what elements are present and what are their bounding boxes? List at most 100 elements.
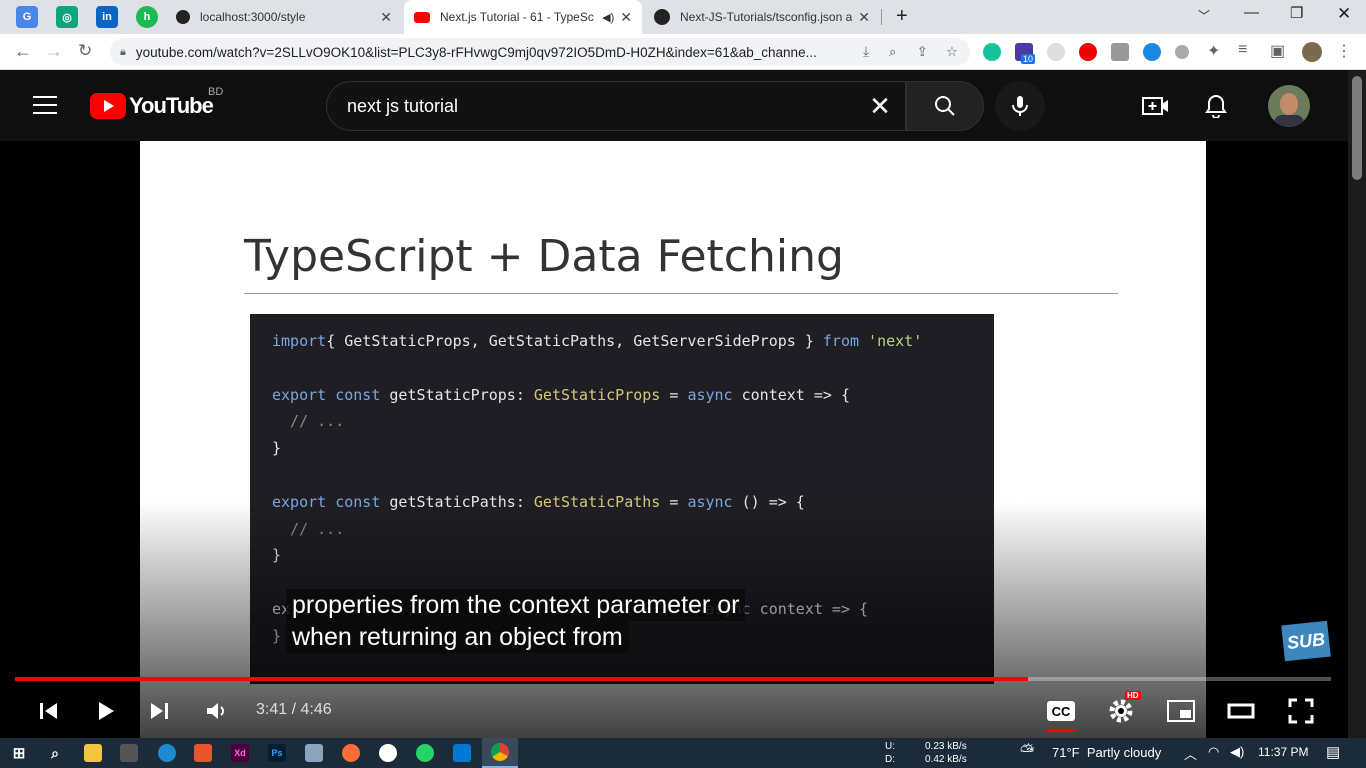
speaker-icon[interactable]: ◀) [602, 11, 614, 24]
color-picker-icon[interactable] [1175, 45, 1189, 59]
side-panel-icon[interactable]: ▣ [1270, 41, 1285, 61]
close-icon[interactable]: ✕ [380, 9, 392, 26]
voice-search-button[interactable] [995, 81, 1045, 131]
gear-icon [1109, 699, 1133, 723]
net-up-label: U: [885, 741, 895, 752]
scrollbar-thumb[interactable] [1352, 76, 1362, 180]
grammarly-extension-icon[interactable] [983, 43, 1001, 61]
url-bar[interactable]: 🔒︎ youtube.com/watch?v=2SLLvO9OK10&list=… [110, 38, 970, 66]
vscode-icon[interactable] [453, 744, 471, 762]
code-token: // ... [272, 412, 345, 431]
clear-search-icon[interactable]: ✕ [867, 91, 893, 122]
extensions-puzzle-icon[interactable]: ✦ [1207, 41, 1220, 61]
fullscreen-button[interactable] [1285, 695, 1317, 727]
pinned-tab-translate[interactable]: G [16, 6, 38, 28]
tab-github[interactable]: Next-JS-Tutorials/tsconfig.json at ✕ [644, 0, 880, 34]
pinned-tab-app[interactable]: h [136, 6, 158, 28]
forward-icon[interactable]: → [45, 41, 63, 62]
timer-extension-icon[interactable] [1047, 43, 1065, 61]
xd-icon[interactable]: Xd [231, 744, 249, 762]
create-video-button[interactable] [1142, 92, 1170, 120]
edge-icon[interactable] [158, 744, 176, 762]
maximize-button[interactable]: ❐ [1290, 4, 1303, 22]
file-explorer-icon[interactable] [84, 744, 102, 762]
captions-overlay[interactable]: properties from the context parameter or… [286, 589, 746, 653]
microphone-icon [1012, 96, 1028, 116]
search-input[interactable] [347, 95, 867, 117]
page-scrollbar[interactable] [1348, 70, 1366, 738]
next-icon [151, 703, 168, 719]
bookmark-star-icon[interactable]: ☆ [946, 44, 958, 60]
windows-start-icon[interactable]: ⊞ [10, 744, 28, 762]
new-tab-button[interactable]: + [896, 5, 908, 28]
fullscreen-icon [1288, 698, 1314, 724]
pinned-tab-linkedin[interactable]: in [96, 6, 118, 28]
notification-center-icon[interactable]: ▤ [1326, 743, 1340, 761]
code-line: export const getStaticProps: GetStaticPr… [272, 386, 972, 413]
tab-youtube[interactable]: Next.js Tutorial - 61 - TypeSc ◀) ✕ [404, 0, 642, 34]
wifi-icon[interactable]: ◠ [1208, 744, 1219, 760]
minimize-button[interactable]: — [1244, 4, 1259, 21]
close-window-button[interactable]: ✕ [1337, 4, 1351, 24]
pinned-tab-chatgpt[interactable]: ◎ [56, 6, 78, 28]
share-icon[interactable]: ⇪ [917, 44, 928, 60]
account-avatar[interactable] [1268, 85, 1310, 127]
github-desktop-icon[interactable] [379, 744, 397, 762]
drop-extension-icon[interactable] [1143, 43, 1161, 61]
code-token: } [272, 439, 282, 458]
theater-mode-button[interactable] [1225, 695, 1257, 727]
chrome-menu-icon[interactable]: ⋮ [1336, 41, 1352, 61]
mail-icon[interactable] [305, 744, 323, 762]
progress-bar[interactable] [15, 677, 1331, 681]
photoshop-icon[interactable]: Ps [268, 744, 286, 762]
app-icon[interactable] [194, 744, 212, 762]
youtube-logo[interactable]: YouTube [90, 93, 214, 119]
miniplayer-button[interactable] [1165, 695, 1197, 727]
install-icon[interactable]: ⤓ [863, 44, 869, 60]
play-button[interactable] [89, 695, 121, 727]
search-icon[interactable]: ⌕ [46, 744, 64, 762]
adblock-extension-icon[interactable] [1079, 43, 1097, 61]
close-icon[interactable]: ✕ [620, 9, 632, 26]
show-hidden-icons[interactable]: ︿ [1184, 744, 1197, 763]
browser-tab-strip: G ◎ in h localhost:3000/style ✕ Next.js … [0, 0, 1366, 34]
reload-icon[interactable]: ↻ [78, 41, 92, 61]
url-text[interactable]: youtube.com/watch?v=2SLLvO9OK10&list=PLC… [136, 45, 853, 60]
tab-search-icon[interactable]: ﹀ [1198, 7, 1210, 24]
subscribe-watermark[interactable]: SUB [1281, 620, 1331, 662]
notifications-button[interactable] [1202, 92, 1230, 120]
tab-localhost[interactable]: localhost:3000/style ✕ [166, 0, 402, 34]
video-player[interactable]: TypeScript + Data Fetching import{ GetSt… [0, 141, 1348, 738]
menu-icon[interactable] [33, 96, 57, 114]
search-icon [935, 96, 955, 116]
github-icon [654, 9, 670, 25]
postman-icon[interactable] [342, 744, 360, 762]
clock[interactable]: 11:37 PM [1258, 745, 1308, 759]
whatsapp-icon[interactable] [416, 744, 434, 762]
caption-line: properties from the context parameter or [286, 589, 746, 621]
close-icon[interactable]: ✕ [858, 9, 870, 26]
code-token: import [272, 332, 327, 350]
weather-icon[interactable]: ⛅︎ [1020, 741, 1034, 762]
previous-button[interactable] [32, 695, 64, 727]
reading-list-icon[interactable]: ≡ [1238, 41, 1247, 59]
captions-button[interactable]: CC [1045, 695, 1077, 732]
back-icon[interactable]: ← [14, 41, 32, 62]
caption-line: when returning an object from [286, 621, 629, 653]
search-box: ✕ [326, 81, 906, 131]
profile-avatar[interactable] [1302, 42, 1322, 62]
chrome-icon[interactable] [482, 738, 518, 768]
mute-button[interactable] [200, 695, 232, 727]
tab-separator [881, 9, 882, 25]
settings-button[interactable]: HD [1105, 691, 1141, 727]
camera-extension-icon[interactable] [1111, 43, 1129, 61]
calculator-icon[interactable] [120, 744, 138, 762]
next-button[interactable] [144, 695, 176, 727]
youtube-icon [414, 11, 430, 23]
code-token: async [687, 385, 733, 404]
search-button[interactable] [906, 81, 984, 131]
volume-tray-icon[interactable]: ◀) [1230, 744, 1244, 760]
weather-text[interactable]: 71°F Partly cloudy [1052, 745, 1161, 760]
hd-badge: HD [1125, 691, 1141, 700]
zoom-icon[interactable]: ⌕ [889, 44, 897, 60]
